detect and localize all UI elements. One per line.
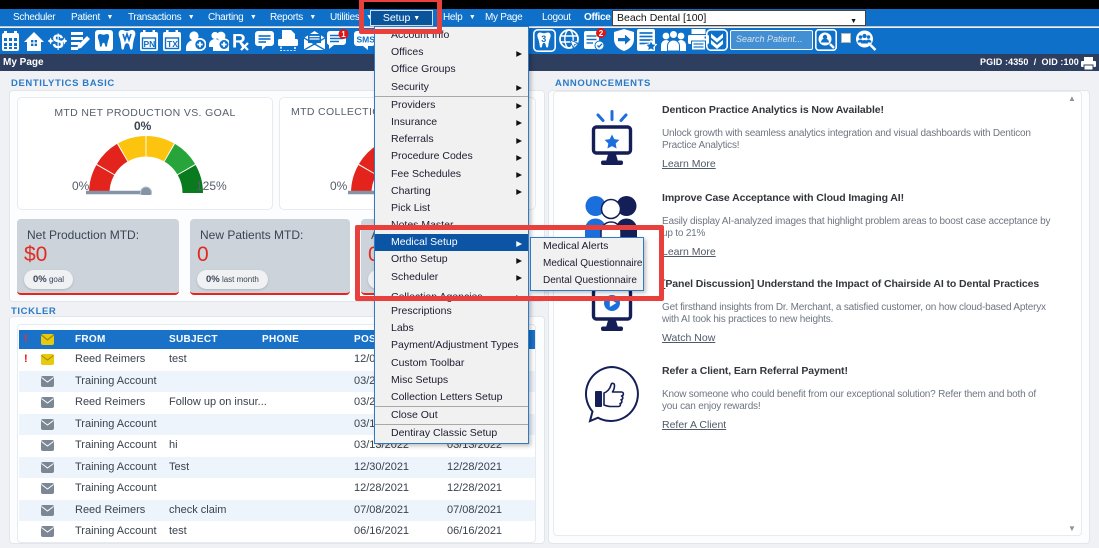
svg-text:SMS: SMS: [357, 35, 376, 45]
svg-text:2: 2: [599, 29, 604, 38]
svg-text:3: 3: [541, 34, 546, 44]
svg-text:1: 1: [341, 30, 346, 39]
svg-text:TX: TX: [167, 39, 178, 49]
svg-text:PN: PN: [144, 39, 156, 49]
svg-text:$: $: [53, 32, 64, 53]
